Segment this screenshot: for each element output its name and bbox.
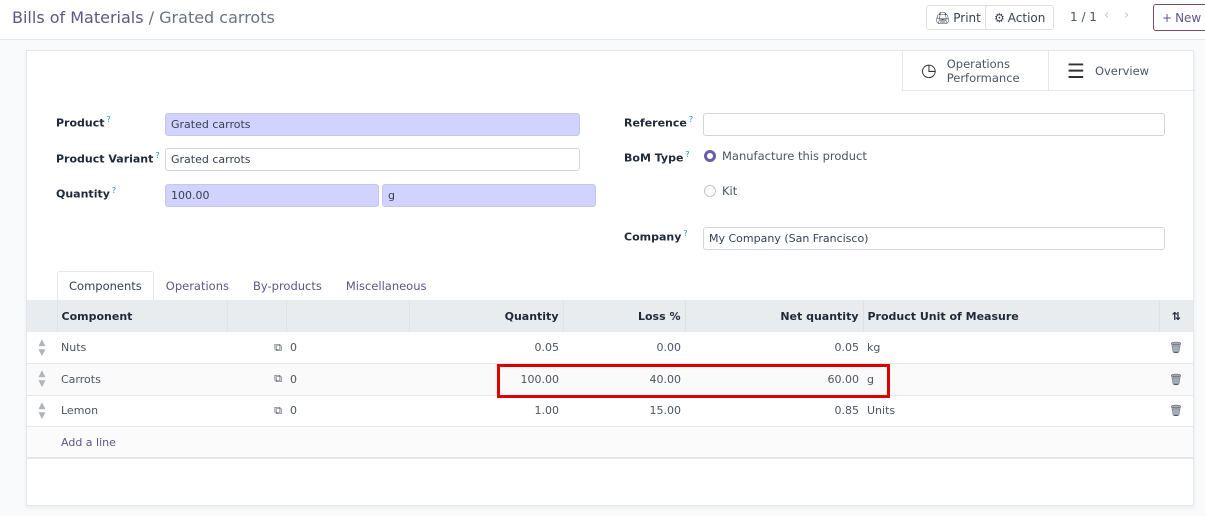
table-row[interactable]: ▲ ▼ Lemon ⧉ 0 1.00 15.00 0.85 Units 🗑 bbox=[27, 395, 1193, 427]
previous-record-icon[interactable]: ‹ bbox=[1104, 8, 1109, 23]
reference-label: Reference? bbox=[624, 115, 694, 130]
table-row[interactable]: ▲ ▼ Carrots ⧉ 0 100.00 40.00 60.00 g 🗑 bbox=[27, 363, 1193, 396]
handle-header bbox=[27, 300, 57, 332]
product-label: Product? bbox=[56, 115, 111, 130]
tab-components[interactable]: Components bbox=[57, 271, 154, 300]
quantity-field[interactable]: 100.00 bbox=[165, 184, 379, 207]
uom-cell[interactable]: g bbox=[863, 363, 1159, 396]
action-button[interactable]: ⚙ Action bbox=[985, 5, 1055, 30]
operations-performance-label: Operations Performance bbox=[947, 57, 1020, 85]
tab-operations[interactable]: Operations bbox=[154, 271, 241, 300]
tab-by-products[interactable]: By-products bbox=[241, 271, 334, 300]
new-label: New bbox=[1175, 10, 1202, 25]
quantity-cell[interactable]: 1.00 bbox=[409, 395, 563, 427]
component-cell[interactable]: Lemon bbox=[57, 395, 227, 427]
add-line-row: Add a line bbox=[27, 426, 1193, 459]
component-cell[interactable]: Carrots bbox=[57, 363, 227, 396]
component-header[interactable]: Component bbox=[56, 300, 227, 332]
blank-cell bbox=[27, 426, 57, 459]
help-icon[interactable]: ? bbox=[685, 150, 689, 159]
components-table: Component Quantity Loss % Net quantity P… bbox=[27, 300, 1193, 459]
radio-selected-icon bbox=[704, 150, 716, 162]
component-cell[interactable]: Nuts bbox=[57, 332, 227, 364]
printer-icon: 🖨 bbox=[935, 10, 951, 25]
trash-icon[interactable]: 🗑 bbox=[1159, 363, 1193, 396]
bom-type-label: BoM Type? bbox=[624, 150, 690, 165]
uom-field[interactable]: g bbox=[382, 184, 596, 207]
company-field[interactable]: My Company (San Francisco) bbox=[703, 227, 1165, 250]
trash-icon[interactable]: 🗑 bbox=[1159, 332, 1193, 364]
net-quantity-cell: 0.85 bbox=[685, 395, 863, 427]
bom-type-kit-radio[interactable]: Kit bbox=[704, 184, 737, 198]
help-icon[interactable]: ? bbox=[689, 115, 693, 124]
quantity-cell[interactable]: 100.00 bbox=[409, 363, 563, 396]
breadcrumb-separator: / bbox=[148, 8, 155, 27]
action-label: Action bbox=[1007, 10, 1046, 25]
count-cell: 0 bbox=[286, 332, 409, 364]
quantity-label: Quantity? bbox=[56, 186, 117, 201]
help-icon[interactable]: ? bbox=[155, 151, 159, 160]
table-header: Component Quantity Loss % Net quantity P… bbox=[27, 300, 1193, 332]
print-label: Print bbox=[953, 10, 981, 25]
new-button[interactable]: + New bbox=[1153, 4, 1205, 31]
quantity-cell[interactable]: 0.05 bbox=[409, 332, 563, 364]
copy-icon[interactable]: ⧉ bbox=[227, 332, 286, 364]
radio-label: Kit bbox=[722, 184, 738, 198]
loss-cell[interactable]: 15.00 bbox=[563, 395, 685, 427]
pager-value[interactable]: 1 / 1 bbox=[1070, 10, 1097, 24]
help-icon[interactable]: ? bbox=[112, 186, 116, 195]
trash-icon[interactable]: 🗑 bbox=[1159, 395, 1193, 427]
copy-icon[interactable]: ⧉ bbox=[227, 395, 286, 427]
add-line-link[interactable]: Add a line bbox=[57, 426, 1193, 459]
count-cell: 0 bbox=[286, 363, 409, 396]
print-button[interactable]: 🖨 Print bbox=[926, 5, 990, 30]
smart-label-line1: Operations bbox=[946, 56, 1010, 71]
net-quantity-cell: 0.05 bbox=[685, 332, 863, 364]
copy-icon[interactable]: ⧉ bbox=[227, 363, 286, 396]
table-row[interactable]: ▲ ▼ Nuts ⧉ 0 0.05 0.00 0.05 kg 🗑 bbox=[27, 332, 1193, 364]
blank-header bbox=[226, 300, 286, 332]
net-quantity-cell: 60.00 bbox=[685, 363, 863, 396]
plus-icon: + bbox=[1162, 10, 1173, 25]
product-variant-field[interactable]: Grated carrots bbox=[165, 148, 580, 171]
net-quantity-header[interactable]: Net quantity bbox=[684, 300, 863, 332]
loss-cell[interactable]: 0.00 bbox=[563, 332, 685, 364]
breadcrumb-current: Grated carrots bbox=[159, 8, 275, 27]
tab-miscellaneous[interactable]: Miscellaneous bbox=[334, 271, 439, 300]
control-panel: Bills of Materials / Grated carrots 🖨 Pr… bbox=[0, 0, 1205, 40]
drag-handle-icon[interactable]: ▲ ▼ bbox=[27, 395, 57, 427]
bom-type-manufacture-radio[interactable]: Manufacture this product bbox=[704, 149, 867, 163]
product-field[interactable]: Grated carrots bbox=[165, 113, 580, 136]
uom-cell[interactable]: Units bbox=[863, 395, 1159, 427]
drag-handle-icon[interactable]: ▲ ▼ bbox=[27, 363, 57, 396]
notebook-tabs: Components Operations By-products Miscel… bbox=[57, 271, 439, 300]
radio-label: Manufacture this product bbox=[722, 149, 867, 163]
product-variant-label: Product Variant? bbox=[56, 151, 160, 166]
gear-icon: ⚙ bbox=[994, 10, 1005, 25]
drag-handle-icon[interactable]: ▲ ▼ bbox=[27, 332, 57, 364]
breadcrumb-parent[interactable]: Bills of Materials bbox=[12, 8, 144, 27]
clock-icon: ◷ bbox=[921, 60, 937, 81]
overview-button[interactable]: ☰ Overview bbox=[1048, 51, 1195, 91]
next-record-icon[interactable]: › bbox=[1124, 8, 1129, 23]
blank-header-2 bbox=[285, 300, 409, 332]
form-sheet: ◷ Operations Performance ☰ Overview Prod… bbox=[26, 50, 1195, 506]
loss-header[interactable]: Loss % bbox=[562, 300, 685, 332]
breadcrumb: Bills of Materials / Grated carrots bbox=[12, 8, 275, 27]
operations-performance-button[interactable]: ◷ Operations Performance bbox=[902, 51, 1048, 91]
help-icon[interactable]: ? bbox=[107, 115, 111, 124]
help-icon[interactable]: ? bbox=[683, 229, 687, 238]
radio-unselected-icon bbox=[704, 185, 716, 197]
smart-label-line2: Performance bbox=[946, 70, 1020, 85]
company-label: Company? bbox=[624, 229, 688, 244]
loss-cell[interactable]: 40.00 bbox=[563, 363, 685, 396]
bars-icon: ☰ bbox=[1067, 58, 1085, 83]
count-cell: 0 bbox=[286, 395, 409, 427]
quantity-header[interactable]: Quantity bbox=[408, 300, 563, 332]
uom-header[interactable]: Product Unit of Measure bbox=[862, 300, 1159, 332]
reference-field[interactable] bbox=[703, 113, 1165, 136]
optional-columns-icon[interactable]: ⇅ bbox=[1158, 300, 1193, 332]
overview-label: Overview bbox=[1094, 63, 1150, 78]
uom-cell[interactable]: kg bbox=[863, 332, 1159, 364]
